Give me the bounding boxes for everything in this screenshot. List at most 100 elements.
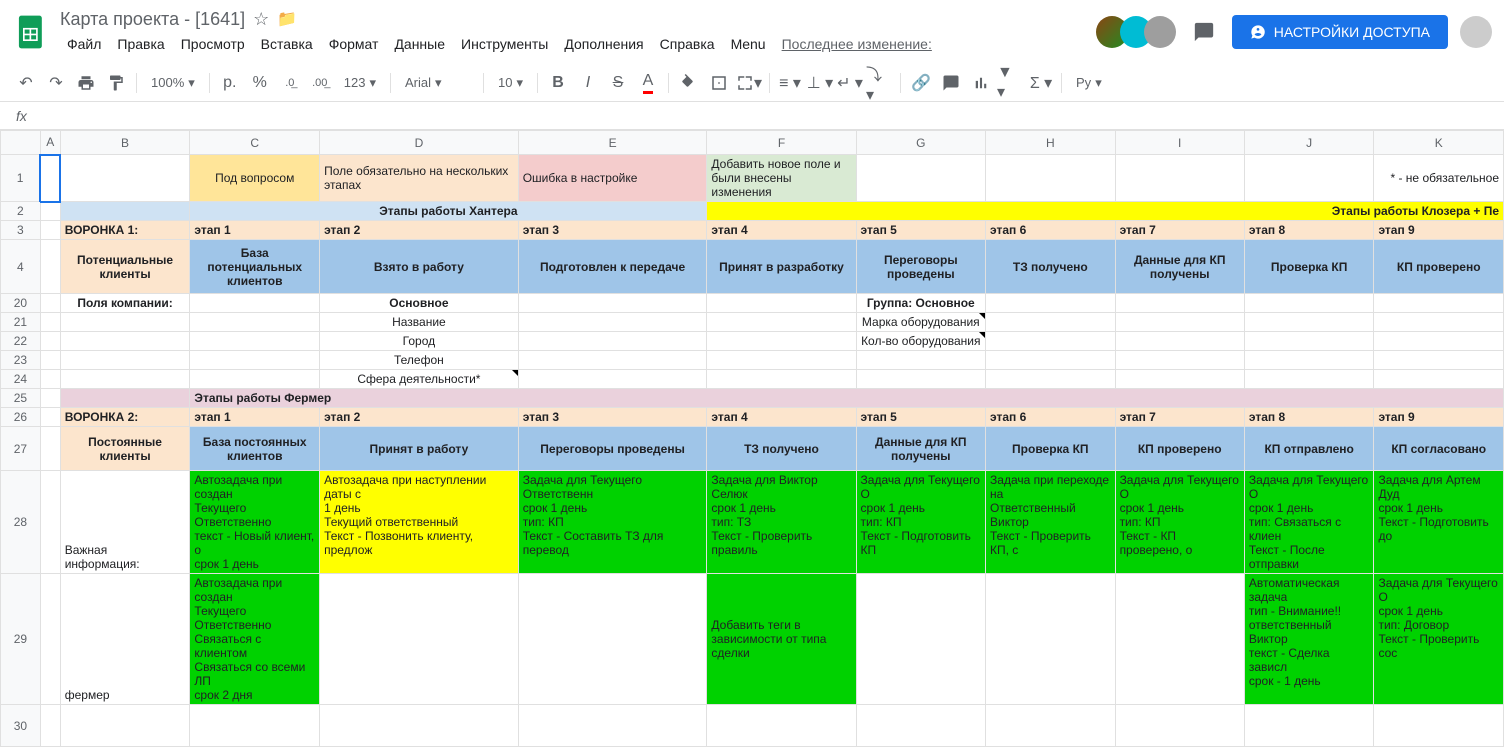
- cell[interactable]: этап 2: [320, 221, 519, 240]
- print-icon[interactable]: [72, 69, 100, 97]
- decrease-decimal-icon[interactable]: .0̲: [276, 69, 304, 97]
- cell[interactable]: [707, 294, 856, 313]
- cell[interactable]: Задача для Виктор Селюк срок 1 день тип:…: [707, 471, 856, 574]
- strikethrough-icon[interactable]: S: [604, 69, 632, 97]
- col-header[interactable]: H: [986, 131, 1116, 155]
- italic-icon[interactable]: I: [574, 69, 602, 97]
- row-header[interactable]: 26: [1, 408, 41, 427]
- wrap-icon[interactable]: ↵ ▾: [836, 69, 864, 97]
- cell[interactable]: Важная информация:: [60, 471, 190, 574]
- cell[interactable]: этап 9: [1374, 408, 1504, 427]
- cell[interactable]: этап 3: [518, 408, 707, 427]
- cell[interactable]: Данные для КП получены: [1115, 240, 1244, 294]
- functions-icon[interactable]: Σ ▾: [1027, 69, 1055, 97]
- menu-file[interactable]: Файл: [60, 32, 108, 56]
- cell[interactable]: Задача для Текущего О срок 1 день тип: К…: [856, 471, 985, 574]
- cell[interactable]: [518, 351, 707, 370]
- format-select[interactable]: 123 ▾: [336, 71, 384, 95]
- cell[interactable]: [707, 705, 856, 747]
- cell[interactable]: Проверка КП: [986, 427, 1116, 471]
- cell[interactable]: Автозадача при наступлении даты с 1 день…: [320, 471, 519, 574]
- cell[interactable]: ВОРОНКА 1:: [60, 221, 190, 240]
- cell[interactable]: [1244, 294, 1374, 313]
- cell[interactable]: [707, 313, 856, 332]
- doc-title[interactable]: Карта проекта - [1641]: [60, 9, 245, 30]
- user-avatar[interactable]: [1460, 16, 1492, 48]
- cell[interactable]: Этапы работы Хантера: [190, 202, 707, 221]
- corner-cell[interactable]: [1, 131, 41, 155]
- cell[interactable]: [856, 574, 985, 705]
- cell[interactable]: Город: [320, 332, 519, 351]
- cell[interactable]: этап 2: [320, 408, 519, 427]
- cell[interactable]: [1115, 294, 1244, 313]
- cell[interactable]: [40, 351, 60, 370]
- cell[interactable]: [1115, 155, 1244, 202]
- cell[interactable]: Задача для Текущего Ответственн срок 1 д…: [518, 471, 707, 574]
- bold-icon[interactable]: B: [544, 69, 572, 97]
- cell[interactable]: [986, 705, 1116, 747]
- row-header[interactable]: 22: [1, 332, 41, 351]
- cell[interactable]: [986, 155, 1116, 202]
- cell[interactable]: Принят в работу: [320, 427, 519, 471]
- cell[interactable]: Этапы работы Фермер: [190, 389, 1504, 408]
- cell[interactable]: Название: [320, 313, 519, 332]
- cell[interactable]: [60, 351, 190, 370]
- cell[interactable]: [40, 408, 60, 427]
- cell[interactable]: [1244, 313, 1374, 332]
- cell[interactable]: этап 6: [986, 221, 1116, 240]
- cell[interactable]: Автозадача при создан Текущего Ответстве…: [190, 574, 320, 705]
- cell[interactable]: [40, 240, 60, 294]
- cell[interactable]: [190, 332, 320, 351]
- borders-icon[interactable]: [705, 69, 733, 97]
- cell[interactable]: [1244, 351, 1374, 370]
- cell[interactable]: [1115, 351, 1244, 370]
- cell[interactable]: [986, 294, 1116, 313]
- cell[interactable]: этап 4: [707, 408, 856, 427]
- cell[interactable]: [1115, 705, 1244, 747]
- menu-view[interactable]: Просмотр: [174, 32, 252, 56]
- row-header[interactable]: 21: [1, 313, 41, 332]
- cell[interactable]: [986, 370, 1116, 389]
- cell[interactable]: этап 9: [1374, 221, 1504, 240]
- cell[interactable]: Поля компании:: [60, 294, 190, 313]
- comment-icon[interactable]: [937, 69, 965, 97]
- chart-icon[interactable]: [967, 69, 995, 97]
- cell[interactable]: Автоматическая задача тип - Внимание!! о…: [1244, 574, 1374, 705]
- cell[interactable]: [856, 370, 985, 389]
- last-edit-label[interactable]: Последнее изменение:: [775, 32, 939, 56]
- cell[interactable]: этап 4: [707, 221, 856, 240]
- cell[interactable]: [40, 370, 60, 389]
- fill-color-icon[interactable]: [675, 69, 703, 97]
- merge-cells-icon[interactable]: ▾: [735, 69, 763, 97]
- paint-format-icon[interactable]: [102, 69, 130, 97]
- cell[interactable]: [60, 202, 190, 221]
- cell[interactable]: База постоянных клиентов: [190, 427, 320, 471]
- menu-format[interactable]: Формат: [322, 32, 386, 56]
- menu-insert[interactable]: Вставка: [254, 32, 320, 56]
- cell[interactable]: [190, 313, 320, 332]
- input-tools-select[interactable]: Ру ▾: [1068, 71, 1110, 95]
- cell[interactable]: [190, 294, 320, 313]
- percent-icon[interactable]: %: [246, 69, 274, 97]
- cell[interactable]: Добавить теги в зависимости от типа сдел…: [707, 574, 856, 705]
- cell[interactable]: [190, 370, 320, 389]
- sheet-grid[interactable]: A B C D E F G H I J K 1 Под вопросом Пол…: [0, 130, 1504, 753]
- cell[interactable]: Телефон: [320, 351, 519, 370]
- comments-icon[interactable]: [1188, 16, 1220, 48]
- cell[interactable]: этап 6: [986, 408, 1116, 427]
- cell[interactable]: [40, 155, 60, 202]
- col-header[interactable]: K: [1374, 131, 1504, 155]
- cell[interactable]: [40, 705, 60, 747]
- row-header[interactable]: 30: [1, 705, 41, 747]
- cell[interactable]: [190, 705, 320, 747]
- cell[interactable]: КП отправлено: [1244, 427, 1374, 471]
- cell[interactable]: этап 5: [856, 221, 985, 240]
- sheets-logo-icon[interactable]: [12, 12, 52, 52]
- cell[interactable]: Задача для Артем Дуд срок 1 день Текст -…: [1374, 471, 1504, 574]
- cell[interactable]: Переговоры проведены: [518, 427, 707, 471]
- cell[interactable]: [1115, 574, 1244, 705]
- cell[interactable]: [518, 705, 707, 747]
- cell[interactable]: [1244, 705, 1374, 747]
- font-size-select[interactable]: 10 ▾: [490, 71, 531, 95]
- cell[interactable]: [60, 705, 190, 747]
